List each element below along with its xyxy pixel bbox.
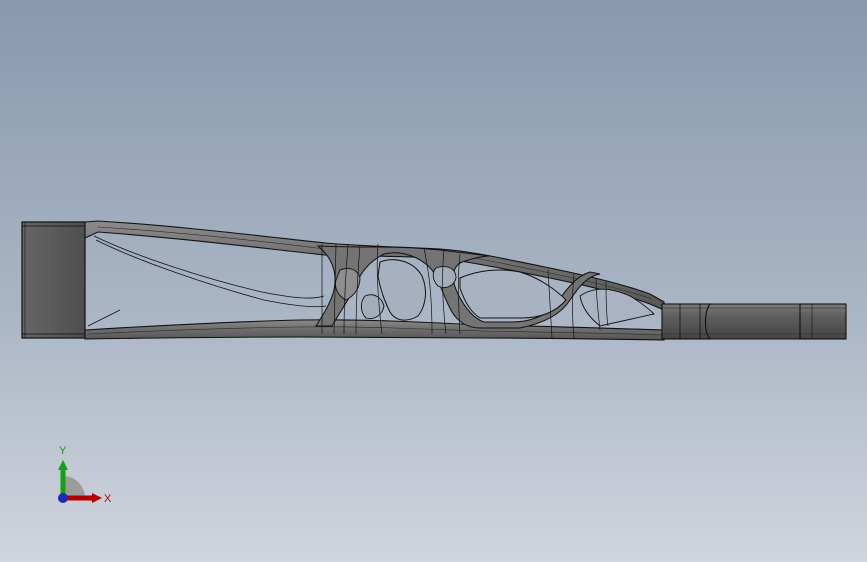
y-axis-label: Y (59, 445, 67, 457)
left-end-block[interactable] (21, 221, 86, 339)
z-axis-dot (58, 493, 68, 503)
graphics-viewport[interactable]: Y X (0, 0, 867, 562)
bottom-chord[interactable] (84, 319, 665, 341)
x-axis-label: X (104, 493, 112, 505)
orientation-triad: Y X (58, 445, 112, 505)
part-model[interactable] (0, 0, 867, 562)
right-end-boss[interactable] (661, 303, 847, 340)
